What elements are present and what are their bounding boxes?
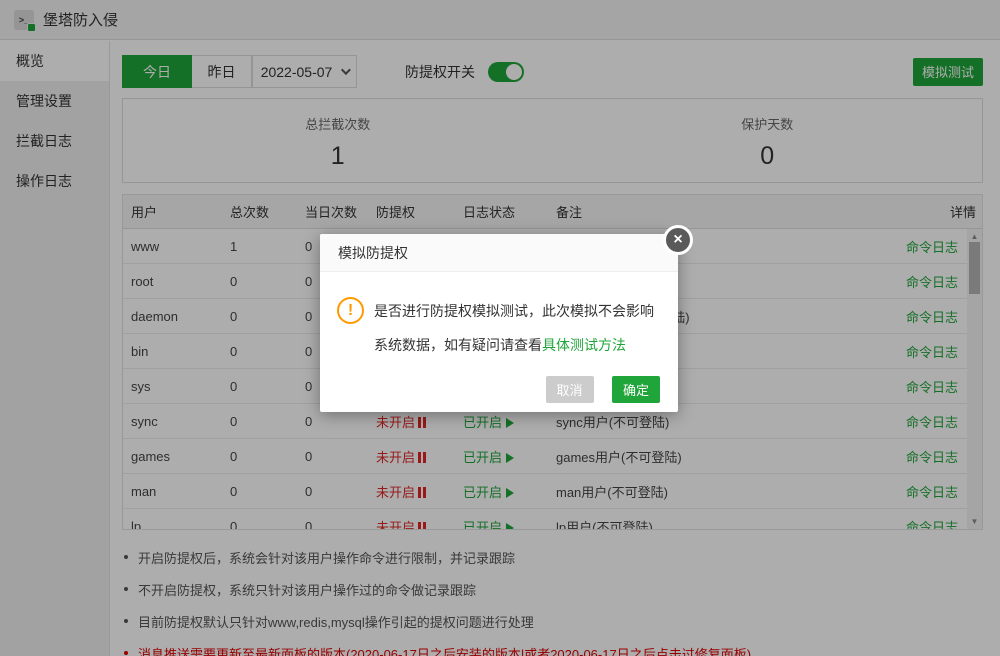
dialog-body: ! 是否进行防提权模拟测试，此次模拟不会影响系统数据，如有疑问请查看具体测试方法 xyxy=(320,272,678,362)
close-icon[interactable]: × xyxy=(663,225,693,255)
dialog-message: 是否进行防提权模拟测试，此次模拟不会影响系统数据，如有疑问请查看具体测试方法 xyxy=(374,294,664,362)
simulate-dialog: × 模拟防提权 ! 是否进行防提权模拟测试，此次模拟不会影响系统数据，如有疑问请… xyxy=(320,234,678,412)
dialog-footer: 取消 确定 xyxy=(546,376,660,403)
cancel-button[interactable]: 取消 xyxy=(546,376,594,403)
confirm-button[interactable]: 确定 xyxy=(612,376,660,403)
app-window: >_ 堡塔防入侵 概览 管理设置 拦截日志 操作日志 今日 昨日 2022-05… xyxy=(0,0,1000,656)
dialog-title: 模拟防提权 xyxy=(320,234,678,272)
test-method-link[interactable]: 具体测试方法 xyxy=(542,337,626,353)
warning-icon: ! xyxy=(337,297,364,324)
